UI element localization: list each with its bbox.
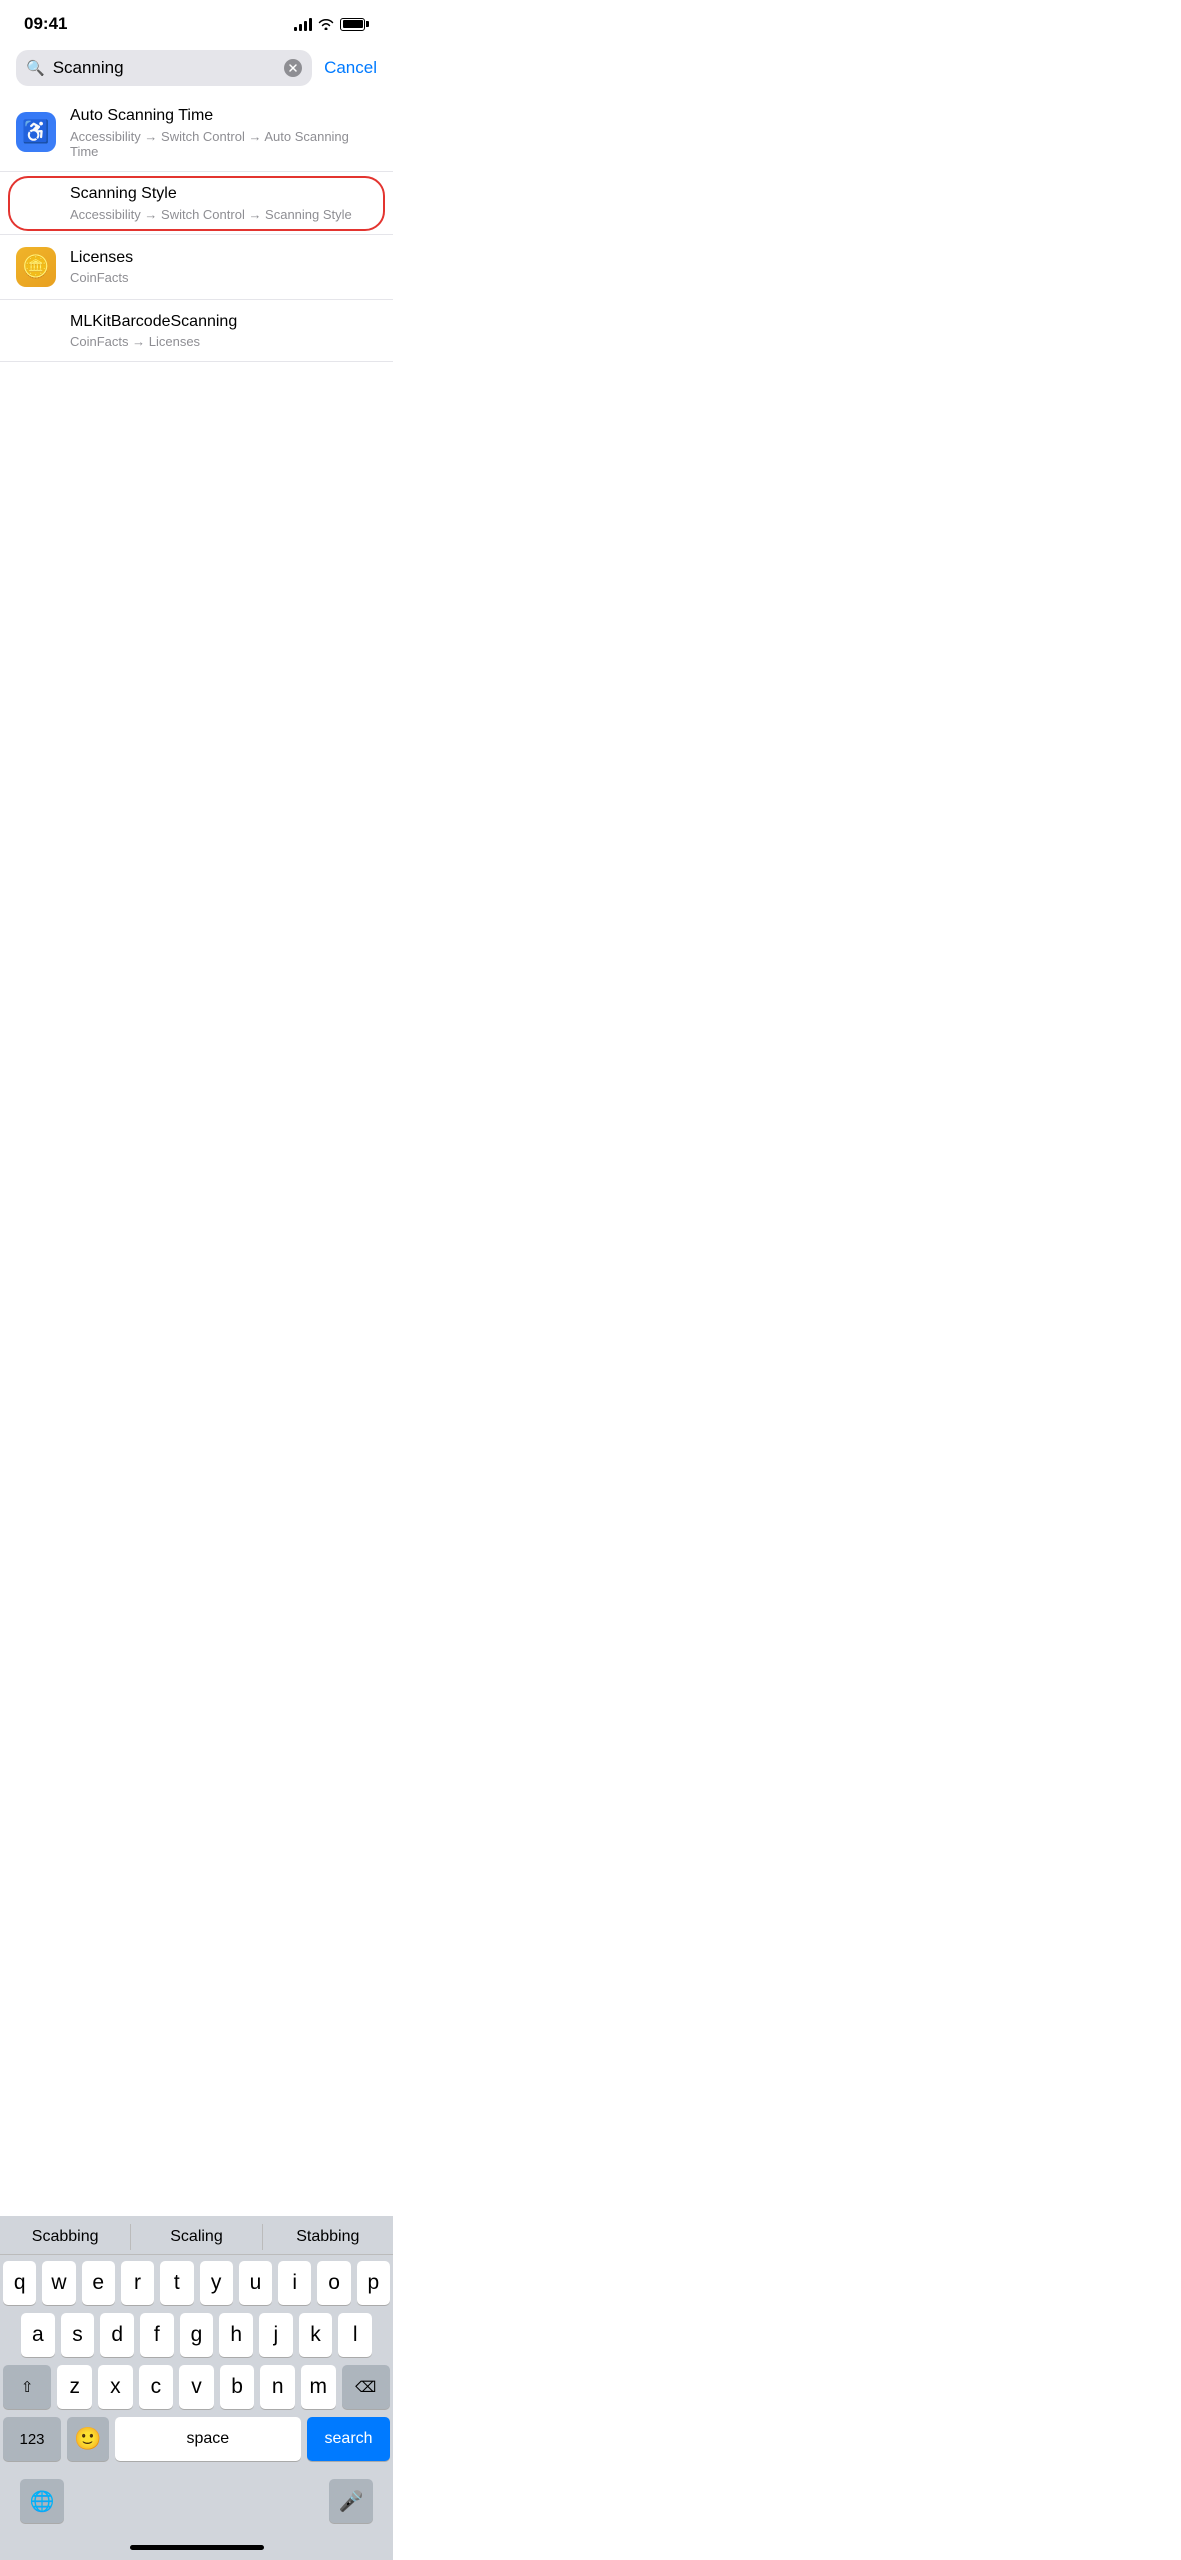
status-time: 09:41 [24, 14, 67, 34]
autocorrect-scabbing[interactable]: Scabbing [0, 2224, 131, 2250]
key-q[interactable]: q [3, 2261, 36, 2305]
clear-button[interactable] [284, 59, 302, 77]
backspace-key[interactable]: ⌫ [342, 2365, 390, 2409]
accessibility-icon: ♿ [16, 112, 56, 152]
key-p[interactable]: p [357, 2261, 390, 2305]
keyboard: Scabbing Scaling Stabbing q w e r t y u … [0, 2216, 393, 2560]
globe-key[interactable]: 🌐 [20, 2479, 64, 2523]
results-list: ♿ Auto Scanning Time Accessibility → Swi… [0, 94, 393, 362]
space-key[interactable]: space [115, 2417, 302, 2461]
home-indicator-spacer [64, 2484, 329, 2518]
home-bar [130, 2545, 264, 2550]
result-subtitle: Accessibility → Switch Control → Scannin… [70, 207, 377, 222]
autocorrect-bar: Scabbing Scaling Stabbing [0, 2216, 393, 2255]
key-i[interactable]: i [278, 2261, 311, 2305]
coinfacts-icon: 🪙 [16, 247, 56, 287]
keyboard-rows: q w e r t y u i o p a s d f g h j k l ⇧ … [0, 2255, 393, 2473]
wifi-icon [318, 18, 334, 30]
search-input-wrapper[interactable]: 🔍 [16, 50, 312, 86]
search-bar: 🔍 Cancel [0, 42, 393, 94]
status-bar: 09:41 [0, 0, 393, 42]
battery-icon [340, 18, 369, 31]
key-z[interactable]: z [57, 2365, 92, 2409]
key-r[interactable]: r [121, 2261, 154, 2305]
key-row-2: a s d f g h j k l [3, 2313, 390, 2357]
key-n[interactable]: n [260, 2365, 295, 2409]
result-title: Scanning Style [70, 184, 377, 205]
result-item-mlkit[interactable]: MLKitBarcodeScanning CoinFacts → License… [0, 300, 393, 363]
key-g[interactable]: g [180, 2313, 214, 2357]
result-item-scanning-style[interactable]: Scanning Style Accessibility → Switch Co… [0, 172, 393, 235]
result-title: Auto Scanning Time [70, 106, 377, 127]
signal-icon [294, 17, 312, 31]
result-text: Licenses CoinFacts [70, 248, 377, 286]
result-item-licenses[interactable]: 🪙 Licenses CoinFacts [0, 235, 393, 300]
result-subtitle: Accessibility → Switch Control → Auto Sc… [70, 129, 377, 159]
bottom-bar: 🌐 🎤 [0, 2473, 393, 2543]
result-item-scanning-style-wrapper: Scanning Style Accessibility → Switch Co… [0, 172, 393, 235]
autocorrect-scaling[interactable]: Scaling [131, 2224, 262, 2250]
key-v[interactable]: v [179, 2365, 214, 2409]
search-key[interactable]: search [307, 2417, 390, 2461]
key-e[interactable]: e [82, 2261, 115, 2305]
key-a[interactable]: a [21, 2313, 55, 2357]
key-u[interactable]: u [239, 2261, 272, 2305]
key-l[interactable]: l [338, 2313, 372, 2357]
key-row-1: q w e r t y u i o p [3, 2261, 390, 2305]
key-k[interactable]: k [299, 2313, 333, 2357]
result-title: Licenses [70, 248, 377, 269]
key-x[interactable]: x [98, 2365, 133, 2409]
key-m[interactable]: m [301, 2365, 336, 2409]
shift-key[interactable]: ⇧ [3, 2365, 51, 2409]
mic-key[interactable]: 🎤 [329, 2479, 373, 2523]
key-d[interactable]: d [100, 2313, 134, 2357]
result-item-auto-scanning-time[interactable]: ♿ Auto Scanning Time Accessibility → Swi… [0, 94, 393, 172]
key-h[interactable]: h [219, 2313, 253, 2357]
result-subtitle: CoinFacts [70, 270, 377, 285]
cancel-button[interactable]: Cancel [324, 58, 377, 78]
key-f[interactable]: f [140, 2313, 174, 2357]
key-s[interactable]: s [61, 2313, 95, 2357]
status-icons [294, 17, 369, 31]
search-icon: 🔍 [26, 59, 45, 77]
key-y[interactable]: y [200, 2261, 233, 2305]
key-o[interactable]: o [317, 2261, 350, 2305]
key-row-3: ⇧ z x c v b n m ⌫ [3, 2365, 390, 2409]
result-text: Scanning Style Accessibility → Switch Co… [70, 184, 377, 222]
search-input[interactable] [53, 58, 276, 78]
home-indicator [0, 2543, 393, 2560]
key-j[interactable]: j [259, 2313, 293, 2357]
key-row-4: 123 🙂 space search [3, 2417, 390, 2461]
result-text: MLKitBarcodeScanning CoinFacts → License… [70, 312, 377, 350]
result-text: Auto Scanning Time Accessibility → Switc… [70, 106, 377, 159]
key-t[interactable]: t [160, 2261, 193, 2305]
numbers-key[interactable]: 123 [3, 2417, 61, 2461]
key-c[interactable]: c [139, 2365, 174, 2409]
key-w[interactable]: w [42, 2261, 75, 2305]
key-b[interactable]: b [220, 2365, 255, 2409]
result-title: MLKitBarcodeScanning [70, 312, 377, 333]
emoji-key[interactable]: 🙂 [67, 2417, 108, 2461]
autocorrect-stabbing[interactable]: Stabbing [263, 2224, 393, 2250]
result-subtitle: CoinFacts → Licenses [70, 334, 377, 349]
